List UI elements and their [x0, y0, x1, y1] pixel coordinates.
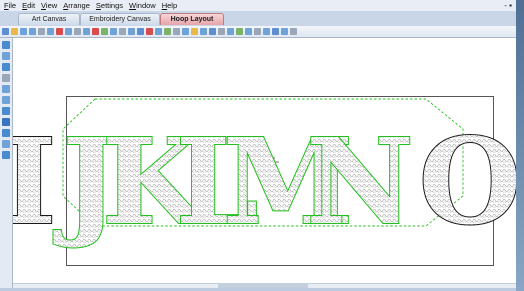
- menu-arrange[interactable]: Arrange: [63, 0, 90, 11]
- tool-button-0[interactable]: [2, 41, 10, 49]
- toolbar-button-22[interactable]: [200, 28, 207, 35]
- letter-n[interactable]: N: [305, 111, 415, 252]
- toolbar-button-9[interactable]: [83, 28, 90, 35]
- toolbar-button-6[interactable]: [56, 28, 63, 35]
- toolbar-button-17[interactable]: [155, 28, 162, 35]
- tool-button-9[interactable]: [2, 140, 10, 148]
- toolbar-button-31[interactable]: [281, 28, 288, 35]
- tab-embroidery-canvas[interactable]: Embroidery Canvas: [80, 13, 160, 25]
- menu-edit[interactable]: Edit: [22, 0, 35, 11]
- toolbar-button-4[interactable]: [38, 28, 45, 35]
- tool-button-8[interactable]: [2, 129, 10, 137]
- application-window: File Edit View Arrange Settings Window H…: [0, 0, 516, 291]
- menu-view[interactable]: View: [41, 0, 57, 11]
- window-frame-edge: [516, 0, 524, 291]
- toolbar-button-1[interactable]: [11, 28, 18, 35]
- menu-bar: File Edit View Arrange Settings Window H…: [0, 0, 516, 11]
- design-workspace[interactable]: IJKLMNO: [13, 38, 516, 287]
- tool-button-2[interactable]: [2, 63, 10, 71]
- window-controls[interactable]: - ▪: [504, 0, 512, 11]
- menu-help[interactable]: Help: [162, 0, 177, 11]
- toolbar-button-12[interactable]: [110, 28, 117, 35]
- design-canvas[interactable]: I JKLMN O: [13, 38, 516, 287]
- toolbar-button-24[interactable]: [218, 28, 225, 35]
- toolbar-button-28[interactable]: [254, 28, 261, 35]
- tool-button-1[interactable]: [2, 52, 10, 60]
- toolbar-button-16[interactable]: [146, 28, 153, 35]
- toolbar-button-26[interactable]: [236, 28, 243, 35]
- toolbar-button-7[interactable]: [65, 28, 72, 35]
- tool-button-3[interactable]: [2, 74, 10, 82]
- toolbar-button-18[interactable]: [164, 28, 171, 35]
- tool-button-5[interactable]: [2, 96, 10, 104]
- toolbar-button-32[interactable]: [290, 28, 297, 35]
- toolbar-button-25[interactable]: [227, 28, 234, 35]
- toolbar-button-8[interactable]: [74, 28, 81, 35]
- toolbar-button-15[interactable]: [137, 28, 144, 35]
- toolbar-button-21[interactable]: [191, 28, 198, 35]
- toolbar-button-19[interactable]: [173, 28, 180, 35]
- toolbar-button-11[interactable]: [101, 28, 108, 35]
- toolbar-button-0[interactable]: [2, 28, 9, 35]
- main-toolbar: [0, 26, 516, 38]
- letter-i[interactable]: I: [13, 111, 58, 252]
- tool-button-6[interactable]: [2, 107, 10, 115]
- toolbar-button-2[interactable]: [20, 28, 27, 35]
- toolbar-button-5[interactable]: [47, 28, 54, 35]
- canvas-tab-bar: Art Canvas Embroidery Canvas Hoop Layout: [0, 11, 516, 26]
- toolbar-button-30[interactable]: [272, 28, 279, 35]
- toolbar-button-20[interactable]: [182, 28, 189, 35]
- tool-button-7[interactable]: [2, 118, 10, 126]
- tab-hoop-layout[interactable]: Hoop Layout: [160, 13, 224, 25]
- tab-art-canvas[interactable]: Art Canvas: [18, 13, 80, 25]
- tool-button-4[interactable]: [2, 85, 10, 93]
- menu-window[interactable]: Window: [129, 0, 156, 11]
- toolbar-button-29[interactable]: [263, 28, 270, 35]
- letter-o[interactable]: O: [418, 111, 516, 252]
- menu-file[interactable]: File: [4, 0, 16, 11]
- toolbar-button-23[interactable]: [209, 28, 216, 35]
- tool-button-10[interactable]: [2, 151, 10, 159]
- toolbar-button-13[interactable]: [119, 28, 126, 35]
- left-toolbox: [0, 38, 13, 288]
- toolbar-button-14[interactable]: [128, 28, 135, 35]
- toolbar-button-10[interactable]: [92, 28, 99, 35]
- menu-settings[interactable]: Settings: [96, 0, 123, 11]
- design-letters: I JKLMN O: [13, 111, 516, 252]
- toolbar-button-27[interactable]: [245, 28, 252, 35]
- toolbar-button-3[interactable]: [29, 28, 36, 35]
